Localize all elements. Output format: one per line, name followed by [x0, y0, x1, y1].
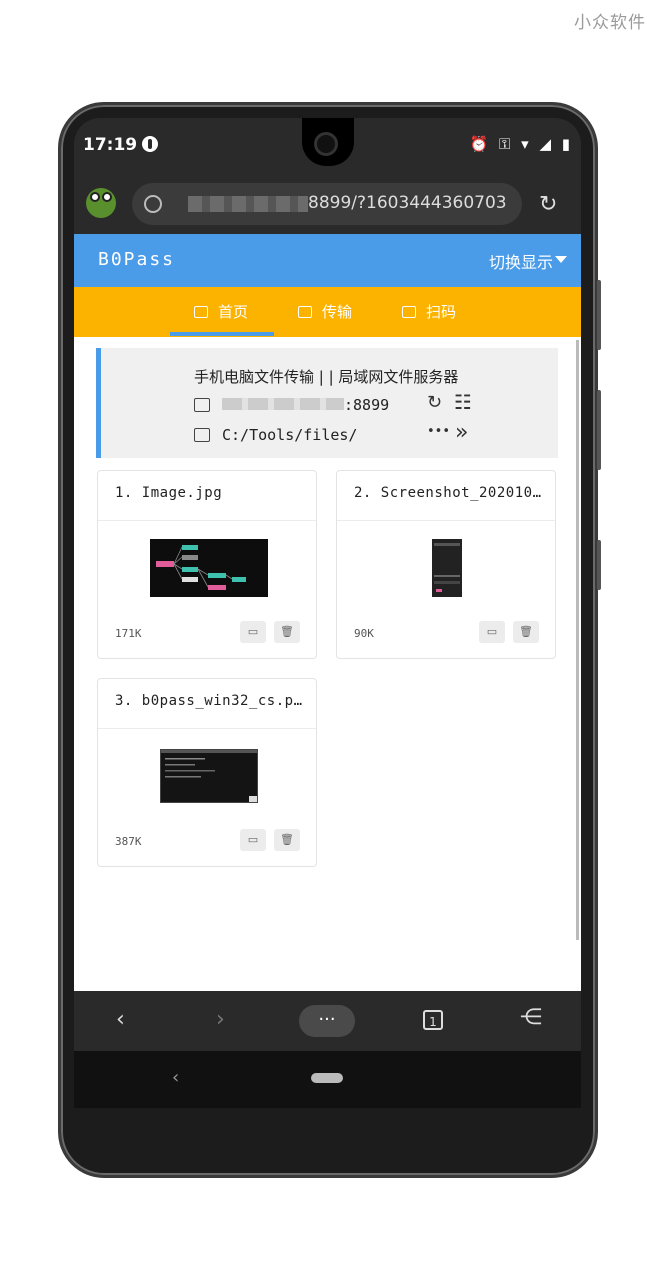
console-preview	[161, 750, 257, 802]
more-icon[interactable]: •••	[427, 424, 450, 439]
frog-avatar-icon[interactable]	[86, 188, 116, 218]
web-content: B0Pass 切换显示 首页 传输 扫码 手机电脑文件传输 | | 局域网文件服…	[74, 234, 581, 991]
folder-icon	[194, 428, 210, 442]
screenshot-preview	[434, 543, 460, 592]
card-divider	[98, 728, 316, 729]
caret-down-icon[interactable]	[555, 256, 567, 263]
server-title: 手机电脑文件传输 | | 局域网文件服务器	[194, 368, 459, 386]
browser-bottom-bar: ‹ › ··· 1 ⋲	[74, 991, 581, 1051]
file-card[interactable]: 3. b0pass_win32_cs.png 387K ▭ 🗑	[97, 678, 317, 867]
switch-view-button[interactable]: 切换显示	[489, 249, 553, 273]
file-thumbnail[interactable]	[160, 749, 258, 803]
browser-toolbar: 8899/?1603444360703 ↻	[74, 174, 581, 234]
status-time: 17:19	[83, 135, 138, 155]
delete-file-icon[interactable]: 🗑	[274, 829, 300, 851]
forward-nav-icon[interactable]: ›	[216, 1007, 225, 1032]
card-divider	[98, 520, 316, 521]
tab-count-icon[interactable]: 1	[423, 1010, 443, 1030]
system-nav-bar: ‹	[74, 1051, 581, 1108]
server-path-row: C:/Tools/files/	[194, 426, 357, 444]
back-icon[interactable]: ‹	[116, 1007, 125, 1032]
server-port: :8899	[344, 396, 390, 414]
refresh-icon[interactable]: ↻	[427, 392, 442, 413]
open-file-icon[interactable]: ▭	[240, 829, 266, 851]
masked-host	[188, 196, 308, 212]
side-button	[597, 540, 601, 590]
tab-home[interactable]: 首页	[194, 301, 248, 322]
tab-scan[interactable]: 扫码	[402, 301, 456, 322]
scrollbar[interactable]	[576, 340, 579, 940]
mindmap-preview	[156, 545, 246, 590]
file-thumbnail[interactable]	[432, 539, 462, 597]
file-size: 387K	[115, 835, 142, 848]
file-name[interactable]: 3. b0pass_win32_cs.png	[115, 693, 305, 709]
qr-scan-icon	[194, 398, 210, 412]
menu-button[interactable]: ···	[299, 1005, 355, 1037]
card-divider	[337, 520, 555, 521]
file-size: 171K	[115, 627, 142, 640]
file-size: 90K	[354, 627, 374, 640]
camera-icon	[314, 132, 338, 156]
active-tab-indicator	[170, 332, 274, 336]
open-file-icon[interactable]: ▭	[240, 621, 266, 643]
delete-file-icon[interactable]: 🗑	[513, 621, 539, 643]
file-card[interactable]: 1. Image.jpg 171K ▭ 🗑	[97, 470, 317, 659]
list-view-icon[interactable]: ☷	[454, 390, 472, 414]
status-icons: ⏰ ⚿ ▾ ◢ ▮	[469, 135, 573, 153]
scan-icon	[402, 306, 416, 318]
server-info-panel: 手机电脑文件传输 | | 局域网文件服务器 :8899 ↻ ☷ C:/Tools…	[96, 348, 558, 458]
system-back-icon[interactable]: ‹	[172, 1067, 179, 1088]
file-thumbnail[interactable]	[150, 539, 268, 597]
upload-icon	[298, 306, 312, 318]
masked-ip	[222, 398, 344, 410]
file-card[interactable]: 2. Screenshot_20201023 90K ▭ 🗑	[336, 470, 556, 659]
home-pill-icon[interactable]	[311, 1073, 343, 1083]
address-bar[interactable]: 8899/?1603444360703	[132, 183, 522, 225]
app-brand[interactable]: B0Pass	[98, 249, 175, 270]
tab-bar: 首页 传输 扫码	[74, 287, 581, 337]
home-icon	[194, 306, 208, 318]
url-text[interactable]: 8899/?1603444360703	[308, 193, 513, 213]
phone-screen: 17:19 ⏰ ⚿ ▾ ◢ ▮ 8899/?1603444360703 ↻ B0…	[74, 118, 581, 1108]
server-address-row: :8899	[194, 396, 389, 414]
share-icon[interactable]: ⋲	[520, 1005, 542, 1030]
app-header: B0Pass 切换显示	[74, 234, 581, 287]
volume-button	[597, 280, 601, 350]
server-path: C:/Tools/files/	[222, 426, 358, 444]
file-name[interactable]: 1. Image.jpg	[115, 485, 305, 501]
watermark: 小众软件	[574, 13, 646, 33]
open-file-icon[interactable]: ▭	[479, 621, 505, 643]
file-name[interactable]: 2. Screenshot_20201023	[354, 485, 544, 501]
delete-file-icon[interactable]: 🗑	[274, 621, 300, 643]
forward-icon[interactable]: »	[455, 420, 468, 445]
shield-icon	[142, 136, 158, 152]
reload-icon[interactable]: ↻	[539, 192, 557, 217]
tab-transfer[interactable]: 传输	[298, 301, 352, 322]
site-security-icon[interactable]	[144, 195, 162, 213]
power-button	[597, 390, 601, 470]
